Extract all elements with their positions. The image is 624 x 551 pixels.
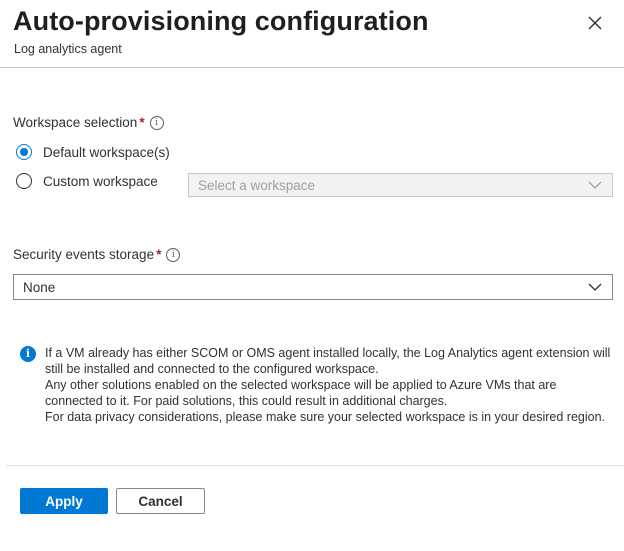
info-icon[interactable]: i [149, 115, 164, 130]
workspace-selection-label: Workspace selection [13, 115, 138, 130]
workspace-dropdown-placeholder: Select a workspace [198, 177, 316, 193]
info-line: For data privacy considerations, please … [45, 410, 605, 424]
security-events-value: None [23, 279, 56, 295]
required-marker: * [139, 115, 145, 130]
security-events-label: Security events storage [13, 247, 155, 262]
radio-default-workspace[interactable]: Default workspace(s) [16, 144, 170, 160]
radio-custom-workspace[interactable]: Custom workspace [16, 173, 158, 189]
header-divider [0, 67, 624, 68]
footer-divider [6, 465, 624, 466]
info-line: Any other solutions enabled on the selec… [45, 378, 557, 408]
chevron-down-icon [588, 181, 602, 189]
security-events-label-group: Security events storage * i [13, 247, 181, 262]
radio-label: Custom workspace [43, 173, 158, 189]
close-icon[interactable] [586, 14, 604, 32]
radio-label: Default workspace(s) [43, 144, 170, 160]
info-message: i If a VM already has either SCOM or OMS… [20, 345, 616, 425]
apply-button[interactable]: Apply [20, 488, 108, 514]
info-icon[interactable]: i [166, 247, 181, 262]
chevron-down-icon [588, 283, 602, 291]
workspace-dropdown[interactable]: Select a workspace [188, 173, 613, 197]
info-line: If a VM already has either SCOM or OMS a… [45, 346, 611, 376]
info-icon: i [20, 346, 36, 362]
radio-button-unchecked[interactable] [16, 173, 32, 189]
info-message-text: If a VM already has either SCOM or OMS a… [45, 345, 616, 425]
cancel-button[interactable]: Cancel [116, 488, 205, 514]
page-title: Auto-provisioning configuration [13, 6, 429, 36]
security-events-dropdown[interactable]: None [13, 274, 613, 300]
required-marker: * [156, 247, 162, 262]
workspace-selection-label-group: Workspace selection * i [13, 115, 164, 130]
auto-provisioning-panel: Auto-provisioning configuration Log anal… [0, 0, 624, 551]
page-subtitle: Log analytics agent [14, 42, 122, 56]
radio-button-checked[interactable] [16, 144, 32, 160]
